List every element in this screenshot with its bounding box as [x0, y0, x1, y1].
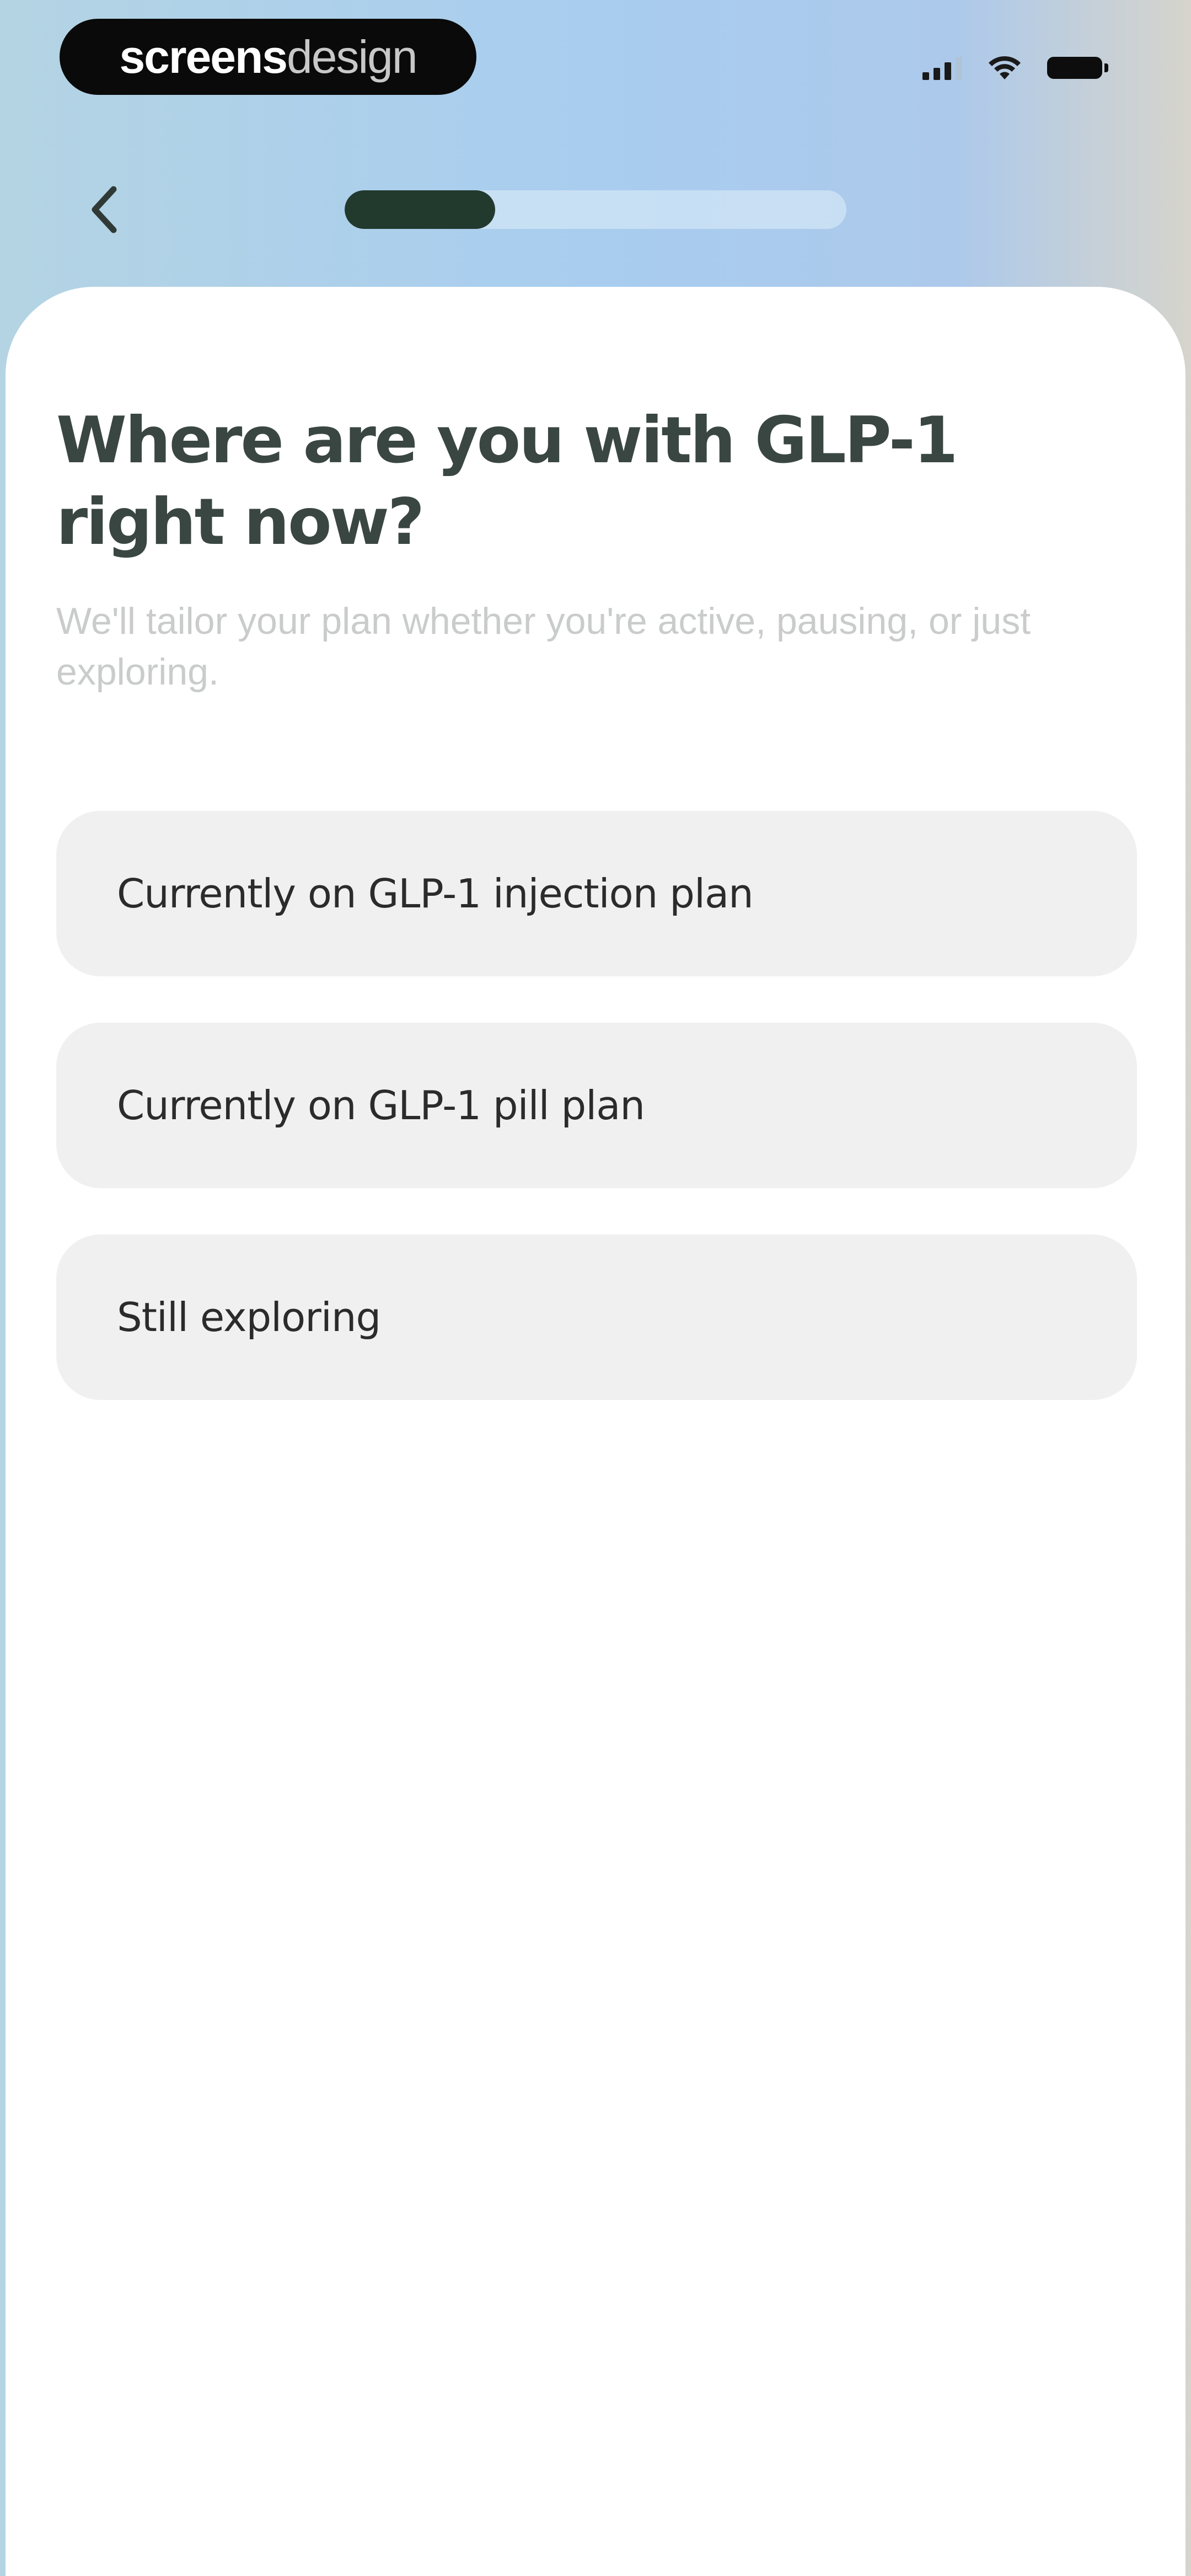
page-subtitle: We'll tailor your plan whether you're ac… — [56, 600, 1031, 693]
option-pill-plan[interactable]: Currently on GLP-1 pill plan — [56, 1023, 1137, 1188]
back-button[interactable] — [77, 182, 132, 237]
options-list: Currently on GLP-1 injection plan Curren… — [56, 811, 1137, 1446]
progress-bar — [345, 190, 846, 229]
chevron-left-icon — [92, 186, 117, 233]
brand-light-text: design — [287, 30, 418, 83]
option-still-exploring[interactable]: Still exploring — [56, 1234, 1137, 1400]
battery-icon — [1047, 57, 1108, 79]
page-title: Where are you with GLP-1 right now? — [56, 403, 958, 559]
onboarding-screen: screens design Where are you with GLP-1 … — [0, 0, 1191, 2576]
nav-row — [0, 165, 1191, 254]
wifi-icon — [989, 56, 1021, 79]
content-sheet: Where are you with GLP-1 right now? We'l… — [6, 287, 1185, 2576]
option-label: Currently on GLP-1 injection plan — [117, 870, 754, 917]
option-injection-plan[interactable]: Currently on GLP-1 injection plan — [56, 811, 1137, 976]
progress-fill — [345, 190, 495, 229]
option-label: Still exploring — [117, 1294, 381, 1340]
signal-icon — [922, 56, 962, 80]
brand-strong-text: screens — [119, 30, 288, 83]
option-label: Currently on GLP-1 pill plan — [117, 1082, 645, 1129]
status-icons — [922, 49, 1108, 87]
status-bar: screens design — [0, 0, 1191, 116]
brand-watermark-pill: screens design — [60, 19, 476, 95]
